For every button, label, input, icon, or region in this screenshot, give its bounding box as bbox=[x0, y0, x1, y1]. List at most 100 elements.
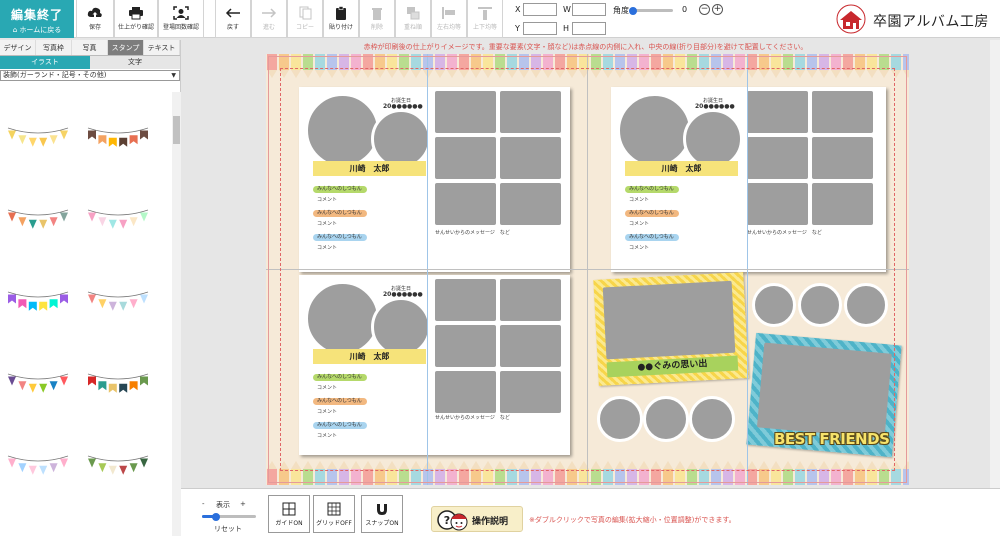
album-spread[interactable]: お誕生日 20●●●●●● 川崎 太郎 みんなへのしつもん コメント みんなへの… bbox=[266, 54, 909, 485]
undo-label: 戻す bbox=[226, 24, 239, 31]
align-horizontal-label: 左右均等 bbox=[436, 24, 461, 31]
help-button[interactable]: ? 操作説明 bbox=[431, 506, 523, 532]
help-mascot-icon: ? bbox=[437, 510, 468, 531]
garland-stamp[interactable] bbox=[86, 450, 150, 480]
garland-stamp[interactable] bbox=[86, 286, 150, 316]
finish-preview-button[interactable]: 仕上がり確認 bbox=[114, 0, 158, 38]
align-vertical-label: 上下均等 bbox=[472, 24, 497, 31]
zoom-slider-knob[interactable] bbox=[211, 512, 220, 521]
zoom-slider[interactable] bbox=[202, 512, 256, 521]
copy-icon bbox=[299, 6, 312, 20]
exit-edit-label: 編集終了 bbox=[10, 8, 63, 22]
zoom-minus-label[interactable]: - bbox=[202, 500, 205, 508]
save-label: 保存 bbox=[88, 24, 101, 31]
delete-label: 削除 bbox=[370, 24, 383, 31]
guide-toggle-label: ガイドON bbox=[275, 520, 303, 527]
stamp-category-value: 装飾(ガーランド・記号・その他) bbox=[3, 71, 107, 79]
save-button[interactable]: 保存 bbox=[76, 0, 114, 38]
layer-order-label: 重ね順 bbox=[403, 24, 422, 31]
angle-slider-knob[interactable] bbox=[629, 6, 637, 15]
snap-toggle-button[interactable]: スナップON bbox=[361, 495, 403, 533]
exit-edit-button[interactable]: 編集終了 ⌂ ホームに戻る bbox=[0, 0, 74, 38]
subtab-illustration[interactable]: イラスト bbox=[0, 56, 90, 69]
y-label: Y bbox=[515, 24, 520, 33]
house-logo-icon bbox=[836, 4, 866, 34]
bottom-toolbar: - 表示 + リセット ガイドON グリッドOFF スナップON ? 操作説明 … bbox=[181, 488, 1000, 536]
canvas-scrollbar[interactable] bbox=[990, 40, 1000, 488]
paste-button[interactable]: 貼り付け bbox=[323, 0, 359, 38]
double-click-hint: ※ダブルクリックで写真の編集(拡大縮小・位置調整)ができます。 bbox=[529, 516, 736, 524]
guide-icon bbox=[282, 502, 296, 516]
align-vertical-icon bbox=[478, 7, 492, 20]
garland-stamp[interactable] bbox=[6, 286, 70, 316]
y-input[interactable] bbox=[523, 22, 557, 35]
h-input[interactable] bbox=[572, 22, 606, 35]
angle-slider[interactable] bbox=[629, 6, 673, 15]
w-input[interactable] bbox=[572, 3, 606, 16]
tab-stamp[interactable]: スタンプ bbox=[108, 40, 144, 55]
redo-button[interactable]: 進む bbox=[251, 0, 287, 38]
tab-photo[interactable]: 写真 bbox=[72, 40, 108, 55]
zoom-in-button[interactable]: + bbox=[712, 4, 723, 15]
tab-text[interactable]: テキスト bbox=[144, 40, 180, 55]
garland-stamp[interactable] bbox=[86, 204, 150, 234]
help-label: 操作説明 bbox=[472, 517, 509, 527]
stamp-category-select[interactable]: 装飾(ガーランド・記号・その他) ▼ bbox=[0, 70, 180, 81]
x-label: X bbox=[515, 5, 521, 14]
angle-label: 角度 bbox=[613, 6, 629, 15]
subtab-letters[interactable]: 文字 bbox=[90, 56, 180, 69]
undo-arrow-icon bbox=[225, 8, 240, 18]
home-return-text: ホームに戻る bbox=[19, 26, 62, 34]
reset-button[interactable]: リセット bbox=[214, 524, 242, 534]
align-vertical-button[interactable]: 上下均等 bbox=[467, 0, 503, 38]
trash-icon bbox=[372, 8, 382, 20]
h-label: H bbox=[563, 24, 570, 33]
guide-toggle-button[interactable]: ガイドON bbox=[268, 495, 310, 533]
layer-order-button[interactable]: 重ね順 bbox=[395, 0, 431, 38]
align-horizontal-icon bbox=[442, 7, 455, 19]
snap-toggle-label: スナップON bbox=[365, 520, 399, 527]
home-icon: ⌂ bbox=[12, 26, 18, 34]
undo-button[interactable]: 戻す bbox=[215, 0, 251, 38]
zoom-plus-label[interactable]: + bbox=[240, 500, 246, 508]
sidebar-subtabs: イラスト 文字 bbox=[0, 56, 180, 69]
garland-stamp[interactable] bbox=[86, 368, 150, 398]
grid-icon bbox=[327, 502, 341, 516]
grid-toggle-button[interactable]: グリッドOFF bbox=[313, 495, 355, 533]
printer-icon bbox=[129, 7, 143, 20]
display-label: 表示 bbox=[216, 501, 230, 509]
paste-label: 貼り付け bbox=[328, 24, 353, 31]
stamp-gallery bbox=[0, 92, 172, 536]
top-toolbar: 編集終了 ⌂ ホームに戻る 保存 仕上がり確認 登場回数確認 戻す 進む コピー… bbox=[0, 0, 1000, 38]
garland-stamp[interactable] bbox=[6, 204, 70, 234]
angle-value: 0 bbox=[682, 5, 688, 14]
copy-button[interactable]: コピー bbox=[287, 0, 323, 38]
left-sidebar: デザイン 写真枠 写真 スタンプ テキスト イラスト 文字 装飾(ガーランド・記… bbox=[0, 40, 181, 536]
x-input[interactable] bbox=[523, 3, 557, 16]
zoom-out-button[interactable]: − bbox=[699, 4, 710, 15]
cloud-upload-icon bbox=[87, 7, 102, 17]
svg-text:?: ? bbox=[444, 514, 450, 527]
redo-arrow-icon bbox=[262, 8, 277, 18]
finish-preview-label: 仕上がり確認 bbox=[117, 24, 154, 31]
redo-label: 進む bbox=[262, 24, 275, 31]
copy-label: コピー bbox=[295, 24, 314, 31]
paste-icon bbox=[336, 6, 346, 20]
garland-stamp[interactable] bbox=[6, 450, 70, 480]
align-horizontal-button[interactable]: 左右均等 bbox=[431, 0, 467, 38]
sidebar-scrollbar[interactable] bbox=[172, 92, 181, 536]
garland-stamp[interactable] bbox=[6, 122, 70, 152]
magnet-icon bbox=[377, 504, 387, 515]
tab-photo-frame[interactable]: 写真枠 bbox=[36, 40, 72, 55]
sidebar-tabs: デザイン 写真枠 写真 スタンプ テキスト bbox=[0, 40, 180, 56]
tab-design[interactable]: デザイン bbox=[0, 40, 36, 55]
face-scan-icon bbox=[173, 6, 189, 20]
garland-stamp[interactable] bbox=[86, 122, 150, 152]
chevron-down-icon: ▼ bbox=[171, 72, 176, 79]
sidebar-scrollbar-thumb[interactable] bbox=[173, 116, 180, 144]
w-label: W bbox=[563, 5, 571, 14]
garland-stamp[interactable] bbox=[6, 368, 70, 398]
appearance-count-button[interactable]: 登場回数確認 bbox=[158, 0, 204, 38]
brand-name: 卒園アルバム工房 bbox=[873, 14, 989, 30]
delete-button[interactable]: 削除 bbox=[359, 0, 395, 38]
